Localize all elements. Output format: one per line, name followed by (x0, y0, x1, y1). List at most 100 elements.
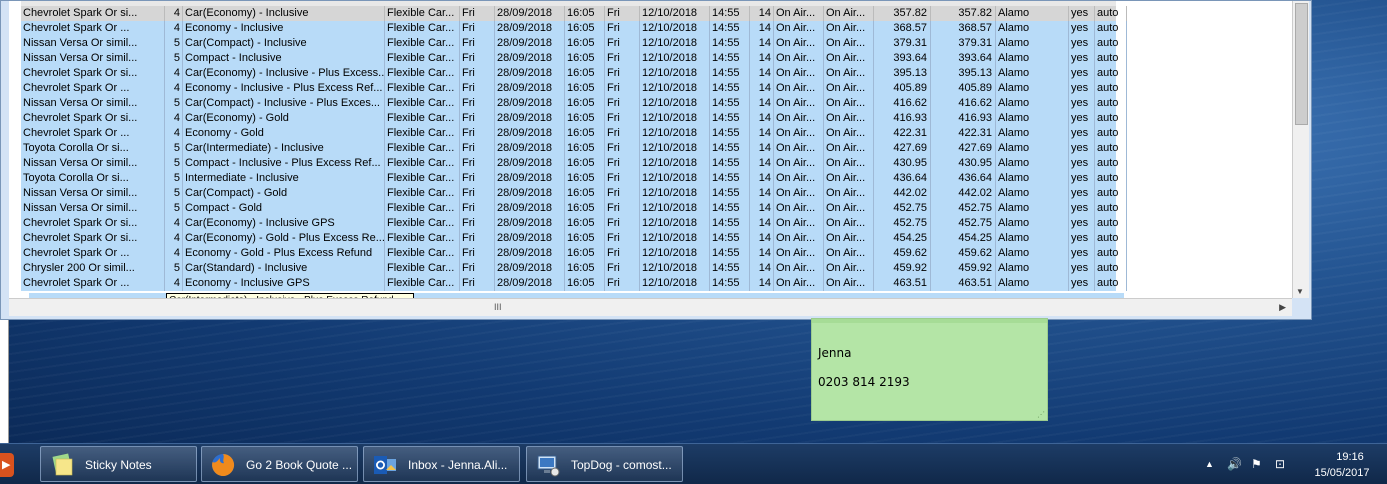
table-row[interactable]: Nissan Versa Or simil... 5 Compact - Gold F… (21, 201, 1127, 216)
horizontal-scrollbar[interactable]: III ▶ (9, 298, 1292, 316)
cell-vendor: Alamo (996, 141, 1069, 156)
cell-seats: 4 (165, 66, 183, 81)
cell-group: Compact - Inclusive - Plus Excess Ref... (183, 156, 385, 171)
cell-dday: Fri (605, 186, 640, 201)
table-row[interactable]: Nissan Versa Or simil... 5 Car(Compact) - … (21, 36, 1127, 51)
cell-trans: auto (1095, 171, 1127, 186)
vertical-scroll-thumb[interactable] (1295, 3, 1308, 125)
cell-ddate: 12/10/2018 (640, 141, 710, 156)
table-row[interactable]: Chevrolet Spark Or si... 4 Car(Economy) - … (21, 111, 1127, 126)
taskbar-button-outlook[interactable]: Inbox - Jenna.Ali... (363, 446, 520, 482)
cell-dloc: On Air... (824, 66, 874, 81)
sticky-note-titlebar[interactable] (812, 319, 1047, 323)
cell-dday: Fri (605, 21, 640, 36)
cell-yn: yes (1069, 231, 1095, 246)
cell-yn: yes (1069, 246, 1095, 261)
cell-ddate: 12/10/2018 (640, 216, 710, 231)
table-row[interactable]: Nissan Versa Or simil... 5 Compact - Inclu… (21, 156, 1127, 171)
cell-trans: auto (1095, 156, 1127, 171)
cell-dtime: 14:55 (710, 126, 750, 141)
taskbar-button-firefox[interactable]: Go 2 Book Quote ... (201, 446, 358, 482)
remote-desktop-icon (537, 455, 560, 477)
cell-supplier: Flexible Car... (385, 21, 460, 36)
table-row[interactable]: Nissan Versa Or simil... 5 Car(Compact) - … (21, 96, 1127, 111)
resize-grip-icon[interactable]: ⋰ (1037, 410, 1045, 419)
clock-date[interactable]: 15/05/2017 (1310, 467, 1374, 479)
table-row[interactable]: Chevrolet Spark Or si... 4 Car(Economy) - … (21, 231, 1127, 246)
cell-dloc: On Air... (824, 51, 874, 66)
sticky-note-phone[interactable]: 0203 814 2193 (818, 375, 910, 389)
cell-dtime: 14:55 (710, 66, 750, 81)
action-center-flag-icon[interactable]: ⚑ (1251, 457, 1262, 471)
cell-group: Economy - Inclusive - Plus Excess Ref... (183, 81, 385, 96)
cell-seats: 4 (165, 81, 183, 96)
table-row[interactable]: Chevrolet Spark Or ... 4 Economy - Inclusi… (21, 276, 1127, 291)
table-row[interactable]: Chevrolet Spark Or si... 4 Car(Economy) - … (21, 6, 1127, 21)
cell-pday: Fri (460, 126, 495, 141)
scroll-right-arrow-icon[interactable]: ▶ (1279, 302, 1286, 313)
show-hidden-icons-icon[interactable]: ▲ (1205, 459, 1214, 469)
pinned-app-button[interactable]: ▶ (0, 453, 14, 477)
table-row[interactable]: Chevrolet Spark Or ... 4 Economy - Inclusi… (21, 21, 1127, 36)
cell-supplier: Flexible Car... (385, 36, 460, 51)
cell-trans: auto (1095, 66, 1127, 81)
grid-rows: Chevrolet Spark Or si... 4 Car(Economy) - … (21, 6, 1127, 291)
cell-ptime: 16:05 (565, 141, 605, 156)
cell-days: 14 (750, 51, 774, 66)
play-icon: ▶ (2, 459, 11, 471)
cell-desc: Toyota Corolla Or si... (21, 141, 165, 156)
table-row[interactable]: Chevrolet Spark Or ... 4 Economy - Inclusi… (21, 81, 1127, 96)
scroll-down-arrow-icon[interactable]: ▼ (1296, 287, 1304, 296)
cell-ptime: 16:05 (565, 111, 605, 126)
table-row[interactable]: Nissan Versa Or simil... 5 Compact - Inclu… (21, 51, 1127, 66)
cell-ploc: On Air... (774, 156, 824, 171)
taskbar-button-sticky-notes[interactable]: Sticky Notes (40, 446, 197, 482)
cell-days: 14 (750, 36, 774, 51)
cell-pdate: 28/09/2018 (495, 141, 565, 156)
cell-pday: Fri (460, 51, 495, 66)
sticky-note[interactable]: Jenna 0203 814 2193 ⋰ (811, 318, 1048, 421)
table-row[interactable]: Chevrolet Spark Or si... 4 Car(Economy) - … (21, 216, 1127, 231)
cell-dday: Fri (605, 96, 640, 111)
cell-yn: yes (1069, 21, 1095, 36)
scroll-grip-icon[interactable]: III (494, 302, 502, 312)
cell-seats: 4 (165, 231, 183, 246)
table-row[interactable]: Toyota Corolla Or si... 5 Intermediate - I… (21, 171, 1127, 186)
cell-desc: Chevrolet Spark Or ... (21, 276, 165, 291)
table-row[interactable]: Chevrolet Spark Or ... 4 Economy - Gold Fle… (21, 126, 1127, 141)
cell-ddate: 12/10/2018 (640, 186, 710, 201)
cell-dtime: 14:55 (710, 111, 750, 126)
cell-supplier: Flexible Car... (385, 216, 460, 231)
cell-dloc: On Air... (824, 261, 874, 276)
network-icon[interactable]: ⊡ (1275, 457, 1285, 471)
cell-ptime: 16:05 (565, 51, 605, 66)
cell-dtime: 14:55 (710, 276, 750, 291)
table-row[interactable]: Chevrolet Spark Or si... 4 Car(Economy) - … (21, 66, 1127, 81)
cell-days: 14 (750, 201, 774, 216)
cell-pday: Fri (460, 111, 495, 126)
cell-seats: 5 (165, 96, 183, 111)
table-row[interactable]: Chrysler 200 Or simil... 5 Car(Standard) -… (21, 261, 1127, 276)
cell-group: Car(Economy) - Inclusive GPS (183, 216, 385, 231)
table-row[interactable]: Chevrolet Spark Or ... 4 Economy - Gold - … (21, 246, 1127, 261)
cell-desc: Toyota Corolla Or si... (21, 171, 165, 186)
vertical-scrollbar[interactable]: ▼ (1292, 1, 1309, 298)
clock-time[interactable]: 19:16 (1325, 451, 1375, 463)
table-row[interactable]: Nissan Versa Or simil... 5 Car(Compact) - … (21, 186, 1127, 201)
cell-pday: Fri (460, 21, 495, 36)
table-row[interactable]: Toyota Corolla Or si... 5 Car(Intermediate… (21, 141, 1127, 156)
cell-trans: auto (1095, 246, 1127, 261)
cell-days: 14 (750, 141, 774, 156)
cell-ploc: On Air... (774, 186, 824, 201)
cell-ptime: 16:05 (565, 186, 605, 201)
volume-icon[interactable]: 🔊 (1227, 457, 1242, 471)
cell-total: 422.31 (931, 126, 996, 141)
cell-pdate: 28/09/2018 (495, 156, 565, 171)
cell-days: 14 (750, 231, 774, 246)
cell-trans: auto (1095, 6, 1127, 21)
taskbar-button-topdog[interactable]: TopDog - comost... (526, 446, 683, 482)
cell-dloc: On Air... (824, 231, 874, 246)
cell-price: 395.13 (874, 66, 931, 81)
taskbar: ▶ Sticky Notes Go 2 Book Quote ... Inbox… (0, 443, 1387, 484)
sticky-note-name[interactable]: Jenna (818, 346, 852, 360)
